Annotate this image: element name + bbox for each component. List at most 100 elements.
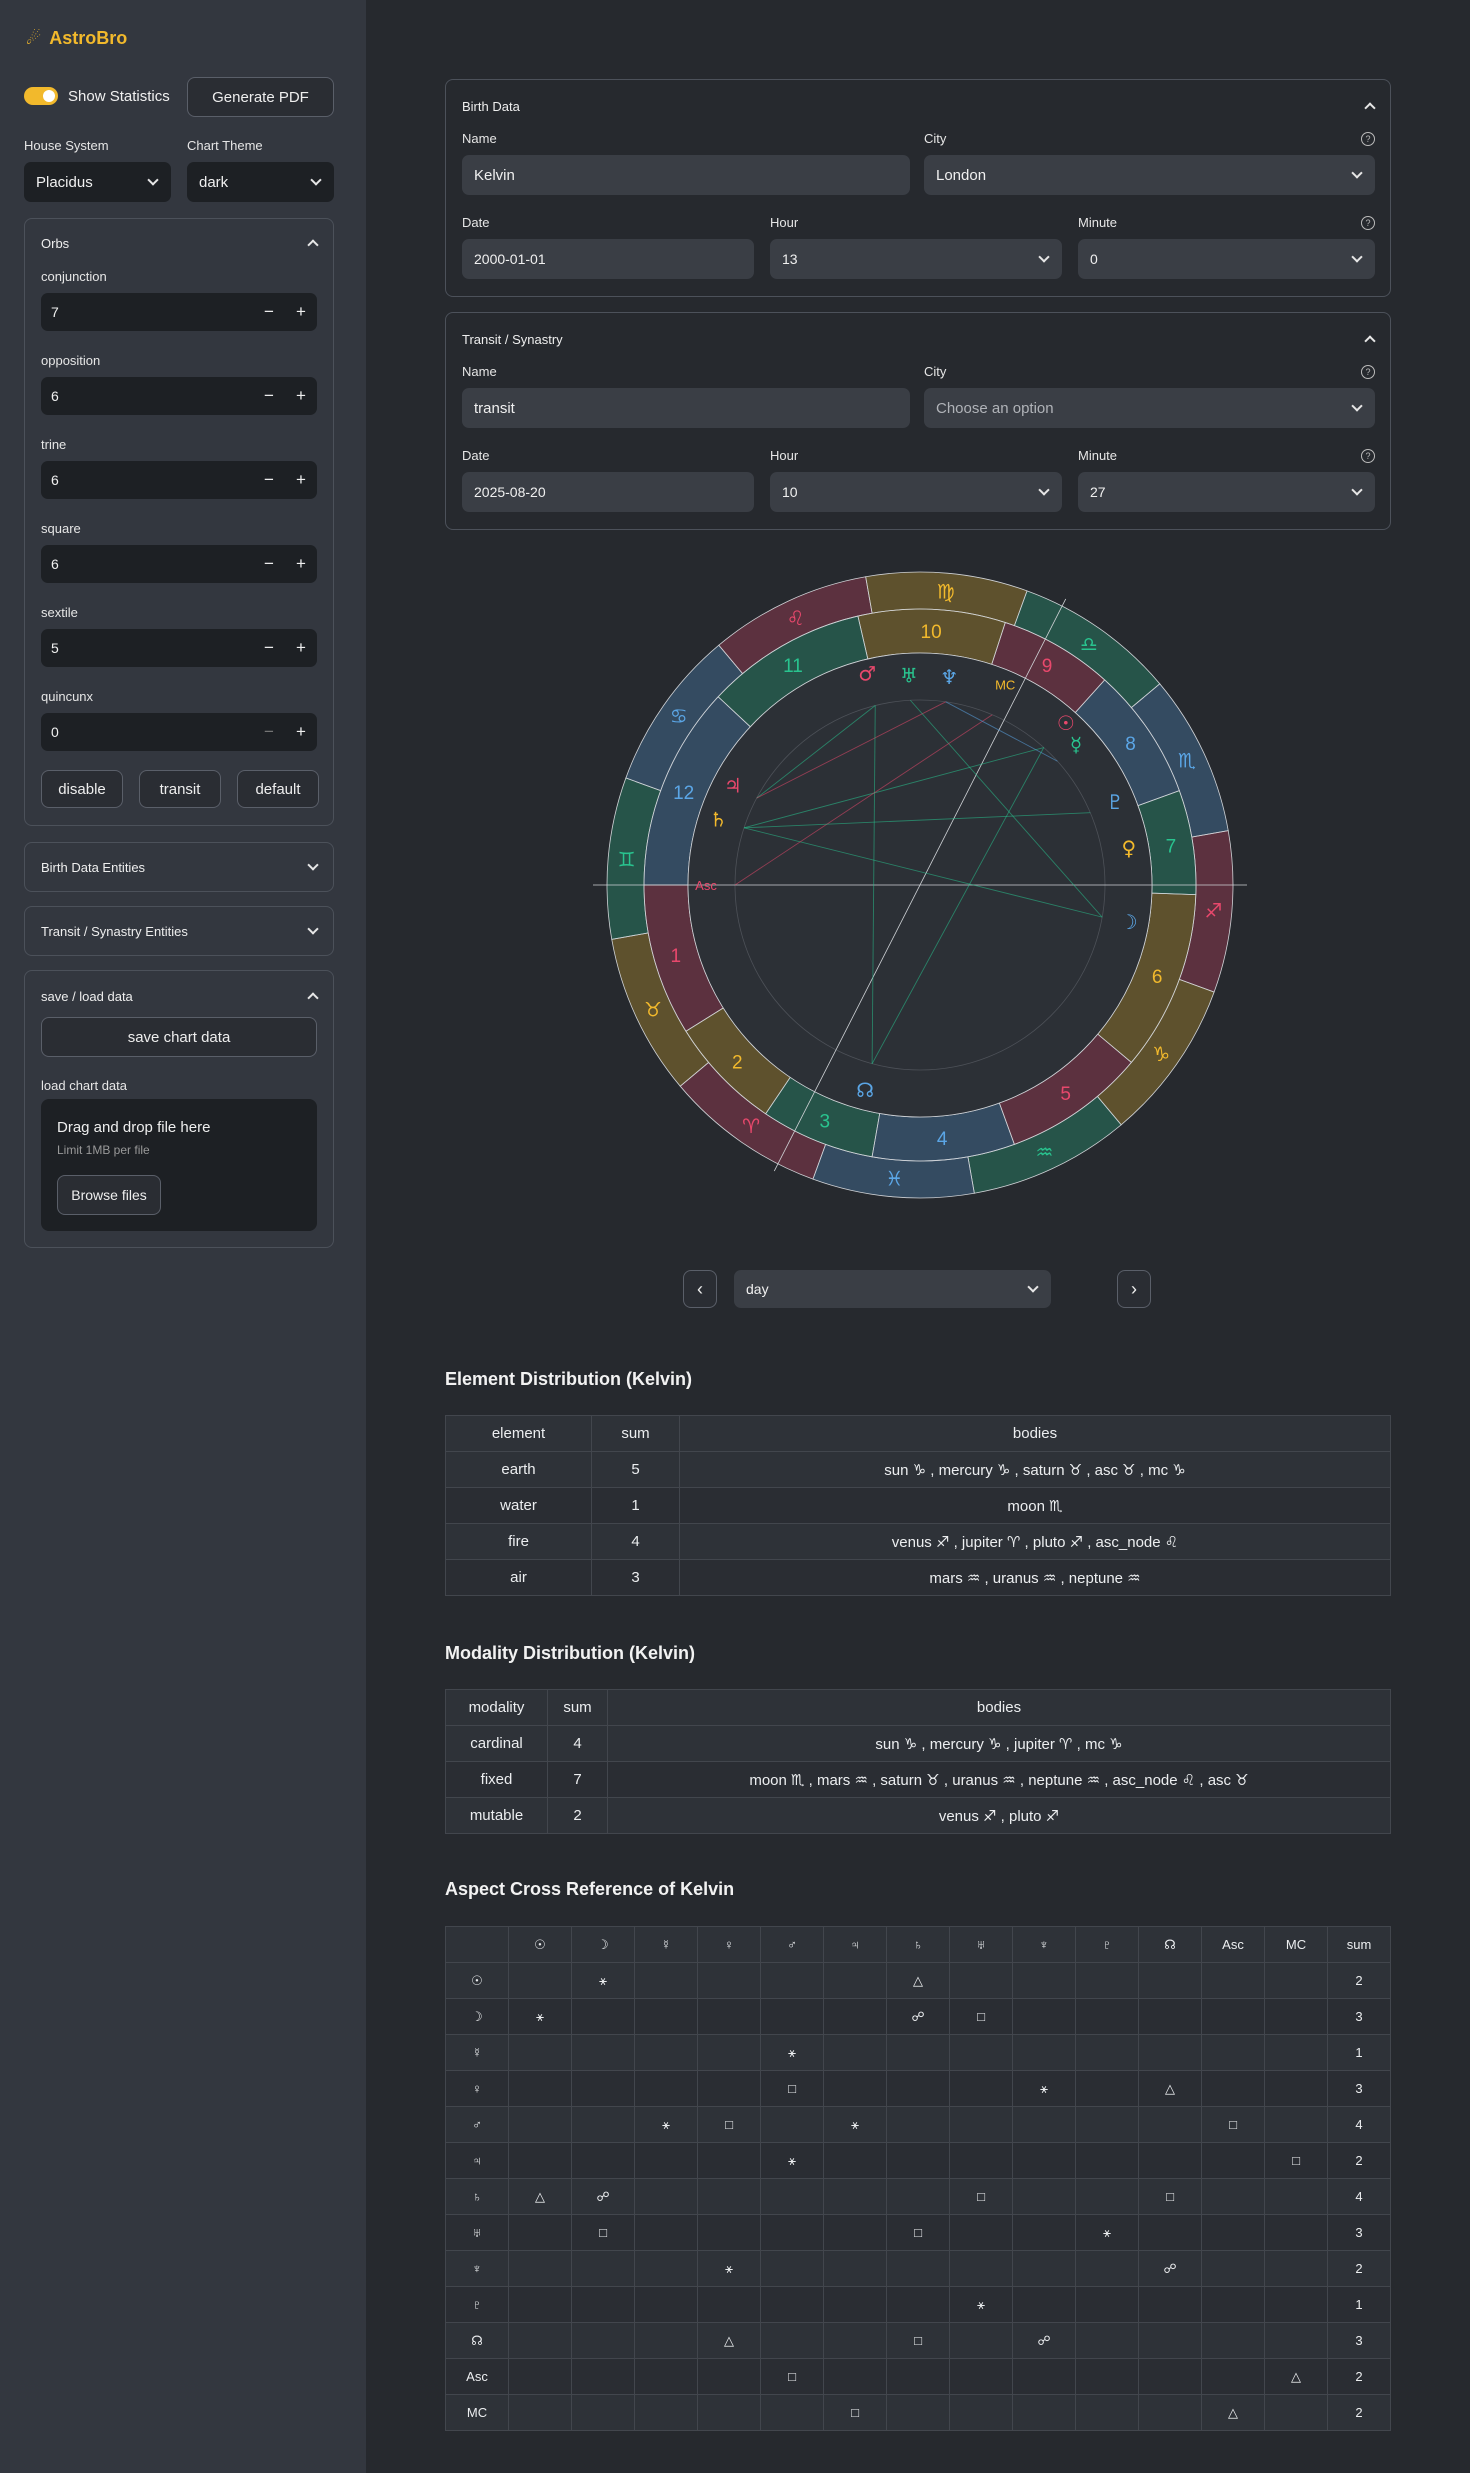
orb-number-input[interactable]: 0 − + [41, 713, 317, 751]
default-button[interactable]: default [237, 770, 319, 808]
browse-files-button[interactable]: Browse files [57, 1175, 161, 1215]
table-cell: △ [1201, 2394, 1265, 2431]
chevron-up-icon[interactable] [307, 992, 319, 1004]
table-cell [760, 2106, 824, 2143]
increment-icon[interactable]: + [285, 638, 317, 658]
table-cell [634, 2394, 698, 2431]
birth-name-input[interactable]: Kelvin [462, 155, 910, 195]
orbs-title: Orbs [41, 235, 70, 251]
orb-number-input[interactable]: 7 − + [41, 293, 317, 331]
table-cell [634, 2178, 698, 2215]
increment-icon[interactable]: + [285, 554, 317, 574]
table-cell [823, 2358, 887, 2395]
transit-header[interactable]: Transit / Synastry [446, 329, 1390, 349]
decrement-icon[interactable]: − [253, 302, 285, 322]
increment-icon[interactable]: + [285, 386, 317, 406]
table-cell: sun ♑ , mercury ♑ , saturn ♉ , asc ♉ , m… [679, 1451, 1391, 1488]
house-number-label: 12 [673, 783, 694, 804]
birth-entities-expander[interactable]: Birth Data Entities [24, 842, 334, 892]
birth-hour-select[interactable]: 13 [770, 239, 1062, 279]
table-cell: 2 [1327, 2250, 1391, 2287]
help-icon[interactable]: ? [1361, 449, 1375, 463]
transit-minute-select[interactable]: 27 [1078, 472, 1375, 512]
previous-button[interactable]: ‹ [683, 1270, 717, 1308]
table-cell: moon ♏ , mars ♒ , saturn ♉ , uranus ♒ , … [607, 1761, 1391, 1798]
increment-icon[interactable]: + [285, 722, 317, 742]
next-button[interactable]: › [1117, 1270, 1151, 1308]
birth-data-header[interactable]: Birth Data [446, 96, 1390, 116]
zodiac-sign-label: ♎ [1080, 632, 1098, 656]
disable-button[interactable]: disable [41, 770, 123, 808]
table-cell: ♇ [445, 2286, 509, 2323]
orb-value: 6 [51, 388, 59, 404]
table-cell [1075, 2070, 1139, 2107]
help-icon[interactable]: ? [1361, 365, 1375, 379]
house-system-select[interactable]: Placidus [24, 162, 171, 202]
chevron-up-icon[interactable] [1364, 102, 1376, 114]
table-cell: fire [445, 1523, 592, 1560]
decrement-icon[interactable]: − [253, 638, 285, 658]
toggle-switch[interactable] [24, 87, 58, 105]
table-cell [1264, 2286, 1328, 2323]
table-cell [949, 2106, 1013, 2143]
orb-label: opposition [41, 353, 101, 368]
transit-name-input[interactable]: transit [462, 388, 910, 428]
orb-number-input[interactable]: 6 − + [41, 377, 317, 415]
table-cell [1201, 2250, 1265, 2287]
chart-theme-select[interactable]: dark [187, 162, 334, 202]
table-cell: mutable [445, 1797, 548, 1834]
transit-date-input[interactable]: 2025-08-20 [462, 472, 754, 512]
transit-entities-expander[interactable]: Transit / Synastry Entities [24, 906, 334, 956]
table-cell [1138, 1962, 1202, 1999]
orb-number-input[interactable]: 6 − + [41, 461, 317, 499]
zodiac-sign-label: ♓ [885, 1166, 903, 1190]
house-number-label: 2 [732, 1052, 743, 1073]
table-cell [1138, 2322, 1202, 2359]
increment-icon[interactable]: + [285, 302, 317, 322]
table-cell: □ [886, 2214, 950, 2251]
transit-button[interactable]: transit [139, 770, 221, 808]
generate-pdf-button[interactable]: Generate PDF [187, 77, 334, 117]
table-cell [823, 2034, 887, 2071]
transit-city-select[interactable]: Choose an option [924, 388, 1375, 428]
table-cell [1201, 2142, 1265, 2179]
help-icon[interactable]: ? [1361, 216, 1375, 230]
orb-number-input[interactable]: 5 − + [41, 629, 317, 667]
table-cell [949, 2034, 1013, 2071]
table-cell: water [445, 1487, 592, 1524]
planet-glyph: ♆ [940, 665, 958, 689]
decrement-icon[interactable]: − [253, 386, 285, 406]
transit-hour-select[interactable]: 10 [770, 472, 1062, 512]
orbs-header[interactable]: Orbs [25, 233, 333, 253]
save-load-panel: save / load data save chart data load ch… [24, 970, 334, 1248]
save-load-header[interactable]: save / load data [25, 986, 333, 1006]
decrement-icon[interactable]: − [253, 470, 285, 490]
birth-minute-select[interactable]: 0 [1078, 239, 1375, 279]
chevron-up-icon[interactable] [1364, 335, 1376, 347]
help-icon[interactable]: ? [1361, 132, 1375, 146]
table-cell: ⚹ [949, 2286, 1013, 2323]
decrement-icon[interactable]: − [253, 722, 285, 742]
name-label: Name [462, 131, 497, 146]
chart-theme-label: Chart Theme [187, 138, 263, 153]
chevron-up-icon[interactable] [307, 239, 319, 251]
table-cell [508, 2214, 572, 2251]
table-cell [949, 2250, 1013, 2287]
mc-label: MC [995, 677, 1015, 692]
show-statistics-toggle[interactable]: Show Statistics [24, 87, 170, 105]
logo-icon: ☄ [26, 28, 42, 48]
table-cell [1201, 2214, 1265, 2251]
orb-number-input[interactable]: 6 − + [41, 545, 317, 583]
city-label: City [924, 364, 947, 379]
birth-city-select[interactable]: London [924, 155, 1375, 195]
birth-date-input[interactable]: 2000-01-01 [462, 239, 754, 279]
decrement-icon[interactable]: − [253, 554, 285, 574]
file-dropzone[interactable]: Drag and drop file here Limit 1MB per fi… [41, 1099, 317, 1231]
increment-icon[interactable]: + [285, 470, 317, 490]
zodiac-sign-label: ♋ [670, 704, 688, 728]
table-cell [1201, 2286, 1265, 2323]
save-chart-button[interactable]: save chart data [41, 1017, 317, 1057]
period-select[interactable]: day [734, 1270, 1051, 1308]
table-cell [1075, 2286, 1139, 2323]
table-cell [886, 2286, 950, 2323]
